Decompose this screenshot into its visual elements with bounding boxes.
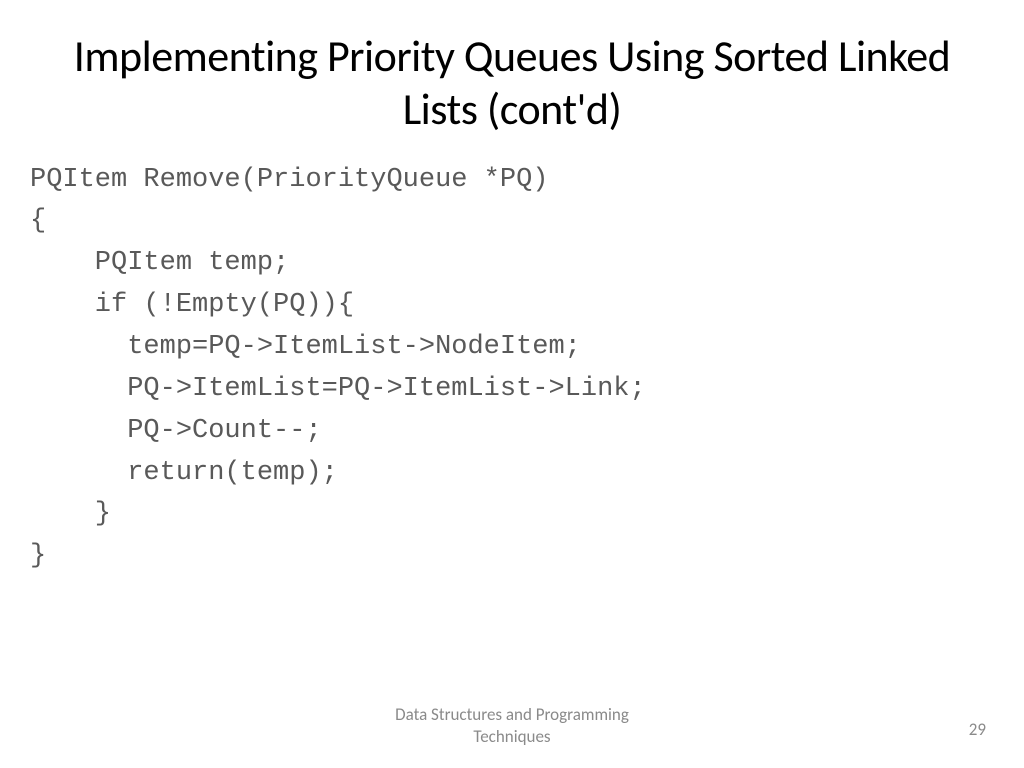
slide-title: Implementing Priority Queues Using Sorte… [60, 30, 964, 136]
code-line: if (!Empty(PQ)){ [30, 290, 354, 320]
code-line: } [30, 499, 111, 529]
code-line: PQ->ItemList=PQ->ItemList->Link; [30, 374, 646, 404]
code-line: PQ->Count--; [30, 416, 322, 446]
code-block: PQItem Remove(PriorityQueue *PQ) { PQIte… [30, 160, 964, 578]
code-line: return(temp); [30, 458, 338, 488]
code-line: } [30, 541, 46, 571]
footer-text: Data Structures and Programming Techniqu… [395, 704, 629, 748]
code-line: temp=PQ->ItemList->NodeItem; [30, 332, 581, 362]
slide-footer: Data Structures and Programming Techniqu… [0, 704, 1024, 748]
footer-line: Techniques [473, 726, 550, 747]
footer-line: Data Structures and Programming [395, 704, 629, 725]
code-line: PQItem temp; [30, 248, 289, 278]
page-number: 29 [969, 719, 986, 740]
slide-container: Implementing Priority Queues Using Sorte… [0, 0, 1024, 768]
code-line: PQItem Remove(PriorityQueue *PQ) [30, 165, 548, 195]
code-line: { [30, 206, 46, 236]
